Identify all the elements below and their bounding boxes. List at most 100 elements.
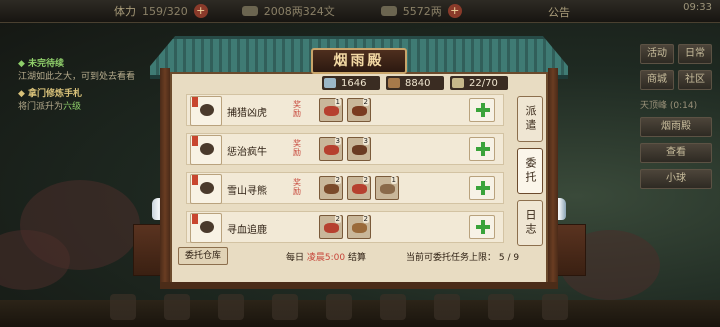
reward-item-count: 1	[390, 176, 397, 184]
add-task-button[interactable]	[469, 137, 495, 161]
add-food-button[interactable]: +	[447, 4, 462, 18]
quest-title-1: ◆ 未完待续	[18, 59, 65, 69]
reward-item-count: 2	[362, 98, 369, 106]
add-task-button[interactable]	[469, 176, 495, 200]
reward-item-count: 1	[334, 98, 341, 106]
menu-ball[interactable]: 小球	[640, 169, 712, 189]
reward-label: 奖励	[293, 178, 301, 196]
bottom-icon-5[interactable]	[326, 294, 352, 320]
quest-desc-2-highlight: 六级	[63, 102, 82, 112]
money-value: 2008两324文	[263, 5, 335, 18]
add-stamina-button[interactable]: +	[193, 4, 208, 18]
bottom-toolbar	[110, 294, 640, 324]
reward-item-hide-icon[interactable]: 3	[347, 137, 371, 161]
task-seal-icon	[190, 174, 222, 204]
task-list[interactable]: 捕猎凶虎 奖励 1 2 惩治疯牛 奖励 3 3 雪山寻熊 奖励 2 2 1 寻血…	[186, 94, 504, 244]
money-icon	[241, 6, 258, 16]
task-row: 捕猎凶虎 奖励 1 2	[186, 94, 504, 126]
bottom-icon-6[interactable]	[380, 294, 406, 320]
side-tabs: 派遣 委托 日志	[517, 96, 543, 252]
notice-button[interactable]: 公告	[548, 4, 570, 20]
resource-bar: 1646 8840 22/70	[178, 76, 508, 92]
reward-item-antler-icon[interactable]: 2	[347, 215, 371, 239]
limit-label: 当前可委托任务上限：	[406, 252, 497, 263]
location-name: 天顶峰	[640, 101, 668, 111]
resource-hide: 8840	[386, 76, 444, 90]
left-pillar	[160, 68, 170, 282]
resource-hide-value: 8840	[405, 77, 431, 89]
reward-item-meat-icon[interactable]: 2	[347, 176, 371, 200]
right-menu: 活动 日常 商城 社区 天顶峰 (0:14) 烟雨殿 查看 小球	[640, 44, 712, 195]
menu-shop[interactable]: 商城	[640, 70, 674, 90]
task-name: 寻血追鹿	[227, 225, 267, 236]
daily-label: 每日	[286, 252, 305, 263]
tab-dispatch[interactable]: 派遣	[517, 96, 543, 142]
reward-item-count: 3	[362, 137, 369, 145]
modal-beam	[160, 282, 558, 289]
task-name: 雪山寻熊	[227, 186, 267, 197]
fish-icon	[324, 78, 336, 88]
trophy-icon	[452, 78, 464, 88]
menu-yanyudian[interactable]: 烟雨殿	[640, 117, 712, 137]
stamina-stat: 体力 159/320 +	[114, 3, 208, 19]
quest-tracker[interactable]: ◆ 未完待续 江湖如此之大，可到处去看看 ◆ 拿门修炼手札 将门派升为六级	[18, 58, 138, 114]
add-task-button[interactable]	[469, 98, 495, 122]
reward-label: 奖励	[293, 139, 301, 157]
quest-desc-1: 江湖如此之大，可到处去看看	[18, 72, 136, 82]
daily-settle-text: 每日 凌晨5:00 结算	[286, 250, 366, 263]
stamina-label: 体力	[114, 5, 136, 18]
bottom-icon-4[interactable]	[272, 294, 298, 320]
task-row: 寻血追鹿 2 2	[186, 211, 504, 243]
limit-value: 5 / 9	[498, 252, 520, 263]
reward-item-claw-icon[interactable]: 1	[375, 176, 399, 200]
reward-item-hide-icon[interactable]: 2	[347, 98, 371, 122]
reward-item-meat-icon[interactable]: 2	[319, 215, 343, 239]
yanyu-seal-logo	[548, 250, 570, 274]
modal-title: 烟雨殿	[311, 48, 407, 74]
hide-icon	[388, 78, 400, 88]
quest-desc-2-text: 将门派升为	[18, 102, 64, 112]
reward-item-count: 2	[334, 176, 341, 184]
daily-time: 凌晨5:00	[306, 252, 346, 263]
task-name: 捕猎凶虎	[227, 108, 267, 119]
reward-item-count: 3	[334, 137, 341, 145]
location-info: 天顶峰 (0:14)	[640, 98, 712, 111]
menu-community[interactable]: 社区	[678, 70, 712, 90]
money-stat: 2008两324文	[241, 3, 335, 19]
bottom-icon-2[interactable]	[164, 294, 190, 320]
stamina-value: 159/320	[142, 4, 188, 18]
reward-item-meat-icon[interactable]: 1	[319, 98, 343, 122]
entrust-storage-button[interactable]: 委托仓库	[178, 247, 229, 265]
add-task-button[interactable]	[469, 215, 495, 239]
bottom-icon-7[interactable]	[434, 294, 460, 320]
tab-entrust[interactable]: 委托	[517, 148, 543, 194]
panel-footer: 委托仓库 每日 凌晨5:00 结算 当前可委托任务上限： 5 / 9	[178, 247, 540, 265]
bottom-icon-9[interactable]	[542, 294, 568, 320]
task-seal-icon	[190, 135, 222, 165]
quest-title-2: ◆ 拿门修炼手札	[18, 89, 83, 99]
tab-log[interactable]: 日志	[517, 200, 543, 246]
resource-fish: 1646	[322, 76, 380, 90]
bottom-icon-1[interactable]	[110, 294, 136, 320]
resource-trophy: 22/70	[450, 76, 508, 90]
reward-label: 奖励	[293, 100, 301, 118]
daily-settle-label: 结算	[348, 252, 367, 263]
task-name: 惩治疯牛	[227, 147, 267, 158]
menu-view[interactable]: 查看	[640, 143, 712, 163]
bottom-icon-8[interactable]	[488, 294, 514, 320]
status-bar: 体力 159/320 + 2008两324文 5572两 +	[0, 0, 720, 23]
quest-desc-2: 将门派升为六级	[18, 101, 138, 114]
entrust-limit: 当前可委托任务上限： 5 / 9	[406, 250, 519, 263]
bottom-icon-3[interactable]	[218, 294, 244, 320]
reward-item-count: 2	[362, 215, 369, 223]
menu-daily[interactable]: 日常	[678, 44, 712, 64]
reward-item-hide-icon[interactable]: 2	[319, 176, 343, 200]
resource-trophy-value: 22/70	[469, 77, 498, 89]
food-stat: 5572两 +	[380, 3, 462, 19]
reward-item-meat-icon[interactable]: 3	[319, 137, 343, 161]
task-row: 惩治疯牛 奖励 3 3	[186, 133, 504, 165]
location-time: (0:14)	[669, 101, 698, 111]
resource-fish-value: 1646	[341, 77, 367, 89]
menu-activity[interactable]: 活动	[640, 44, 674, 64]
food-value: 5572两	[402, 5, 442, 18]
